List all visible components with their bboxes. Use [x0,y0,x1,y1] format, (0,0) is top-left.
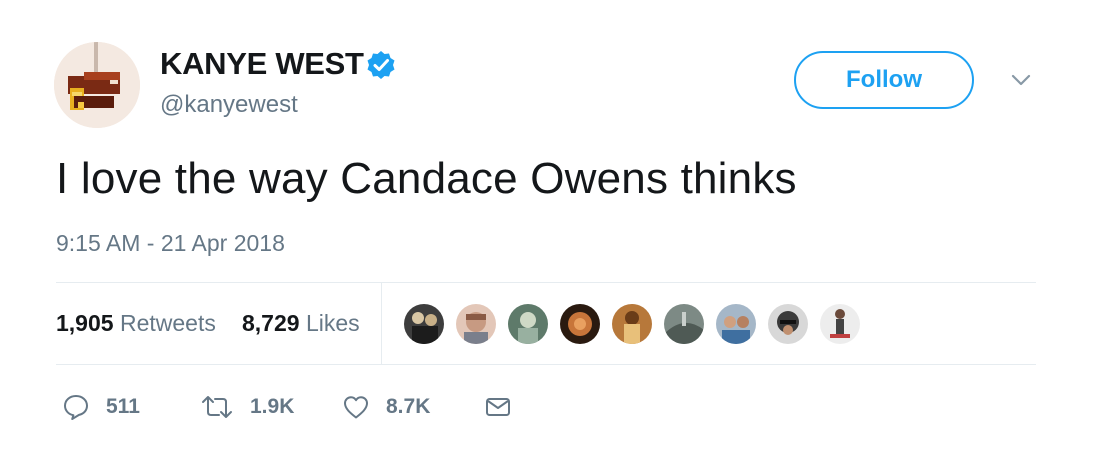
liker-avatar[interactable] [610,302,654,346]
verified-badge-icon [367,51,395,79]
liker-avatar[interactable] [766,302,810,346]
liker-avatar[interactable] [558,302,602,346]
stats-separator [381,283,382,364]
direct-message-button[interactable] [484,392,512,422]
liker-avatar[interactable] [714,302,758,346]
retweet-icon [202,396,232,418]
chevron-down-icon[interactable] [1009,70,1033,90]
retweets-count: 1,905 [56,310,114,336]
envelope-icon [486,398,510,416]
divider [56,282,1036,283]
liker-avatar[interactable] [506,302,550,346]
retweets-label: Retweets [119,310,216,336]
reply-icon [64,395,88,420]
likes-count: 8,729 [242,310,300,336]
retweets-stat[interactable]: 1,905 Retweets [56,310,216,337]
like-count: 8.7K [386,395,431,418]
reply-count: 511 [106,395,140,418]
tweet-timestamp[interactable]: 9:15 AM - 21 Apr 2018 [56,230,285,257]
liker-avatar[interactable] [454,302,498,346]
reply-button[interactable]: 511 [62,392,140,422]
like-button[interactable]: 8.7K [342,392,430,422]
divider [56,364,1036,365]
retweet-button[interactable]: 1.9K [200,392,294,422]
likes-stat[interactable]: 8,729 Likes [242,310,360,337]
liker-avatar[interactable] [402,302,446,346]
follow-button[interactable]: Follow [794,51,974,109]
author-display-name[interactable]: KANYE WEST [160,46,364,82]
likes-label: Likes [305,310,360,336]
heart-icon [344,396,368,419]
liker-avatar[interactable] [818,302,862,346]
liker-avatar[interactable] [662,302,706,346]
tweet-card: KANYE WEST @kanyewest Follow I love the … [0,0,1094,450]
author-handle[interactable]: @kanyewest [160,91,298,119]
author-avatar[interactable] [54,42,140,128]
tweet-text: I love the way Candace Owens thinks [56,154,797,203]
retweet-count: 1.9K [250,395,295,418]
